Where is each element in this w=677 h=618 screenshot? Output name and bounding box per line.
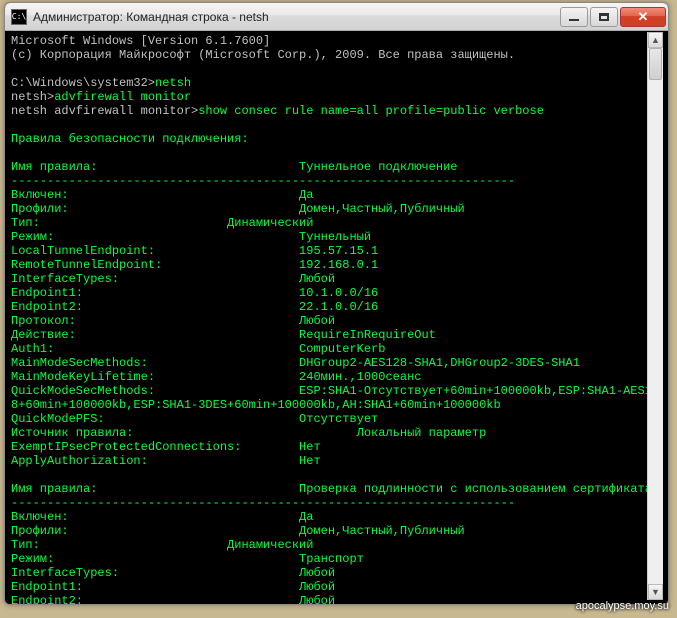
cmd-icon: C:\ [11, 9, 27, 25]
minimize-button[interactable] [560, 7, 588, 27]
titlebar[interactable]: C:\ Администратор: Командная строка - ne… [5, 3, 668, 31]
minimize-icon [569, 19, 579, 21]
scroll-down-button[interactable]: ▼ [648, 584, 663, 600]
cmd-window: C:\ Администратор: Командная строка - ne… [4, 2, 669, 605]
console-body[interactable]: Microsoft Windows [Version 6.1.7600] (c)… [5, 31, 668, 604]
close-icon: ✕ [638, 10, 649, 23]
scroll-track[interactable] [648, 48, 663, 584]
scroll-up-button[interactable]: ▲ [648, 32, 663, 48]
scroll-thumb[interactable] [649, 48, 662, 80]
maximize-button[interactable] [590, 7, 618, 27]
window-title: Администратор: Командная строка - netsh [33, 10, 269, 24]
vertical-scrollbar[interactable]: ▲ ▼ [647, 32, 663, 600]
watermark: apocalypse.moy.su [576, 600, 669, 612]
close-button[interactable]: ✕ [620, 7, 666, 27]
maximize-icon [599, 13, 609, 21]
console-output: Microsoft Windows [Version 6.1.7600] (c)… [11, 34, 662, 604]
